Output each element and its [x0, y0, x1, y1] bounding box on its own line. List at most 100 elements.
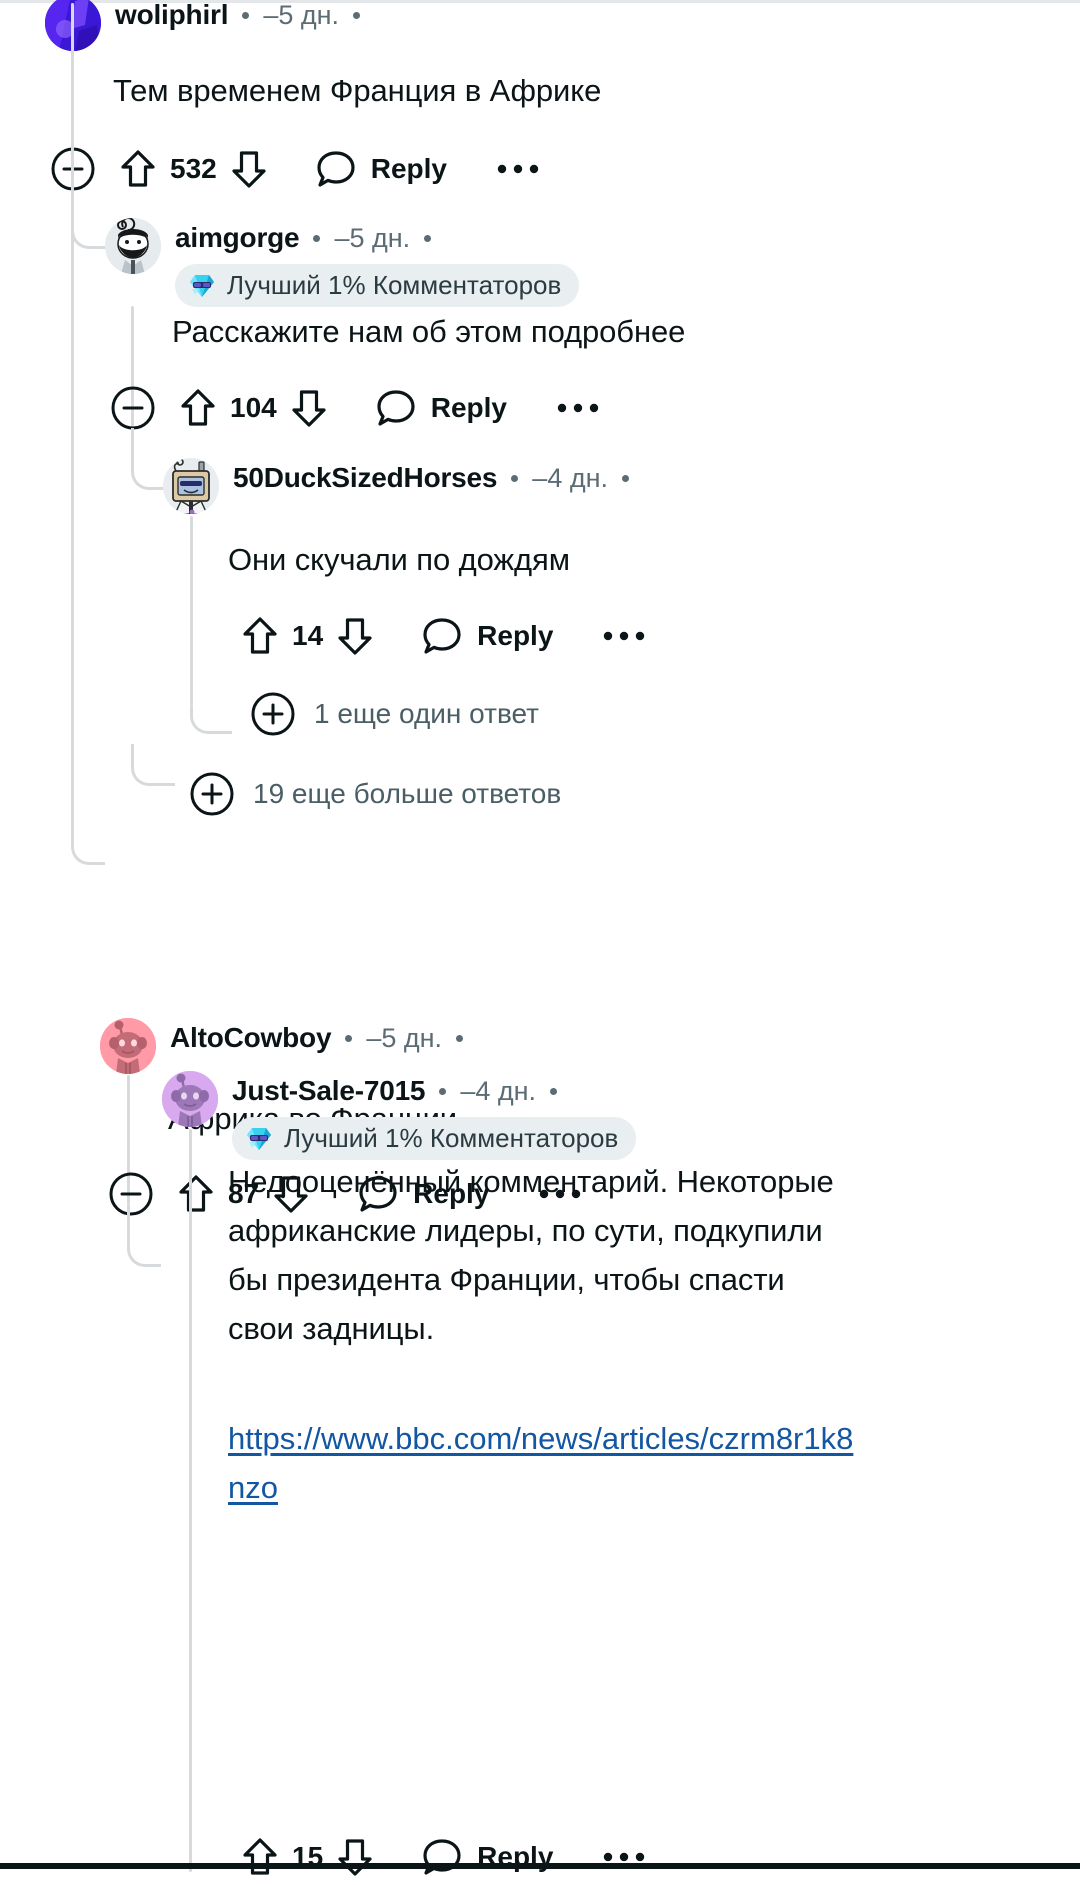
ellipsis-icon — [557, 403, 599, 413]
vote-group: 532 — [112, 143, 275, 195]
comment-body: Тем временем Франция в Африке — [113, 73, 602, 108]
vote-group: 14 — [234, 610, 381, 662]
expand-replies-1[interactable]: 1 еще один ответ — [250, 691, 539, 737]
thread-curve — [127, 1205, 161, 1267]
comment-bubble-icon — [423, 618, 461, 654]
comment-age: –5 дн. — [263, 0, 340, 30]
thread-rail[interactable] — [190, 516, 193, 706]
more-options-button[interactable] — [551, 381, 605, 435]
collapse-button[interactable] — [106, 381, 160, 435]
vote-score: 14 — [292, 620, 324, 651]
downvote-button[interactable] — [283, 382, 335, 434]
reply-button[interactable]: Reply — [421, 615, 553, 657]
comment-bubble-icon — [377, 390, 415, 426]
upvote-button[interactable] — [234, 1831, 286, 1883]
comment-body: Они скучали по дождям — [228, 542, 570, 577]
comment-username[interactable]: Just-Sale-7015 — [232, 1075, 426, 1107]
upvote-button[interactable] — [234, 610, 286, 662]
separator-dot — [242, 11, 250, 19]
reply-button[interactable]: Reply — [315, 148, 447, 190]
comment-body: Недооценённый комментарий. Некоторые афр… — [228, 1164, 843, 1346]
comment-actions: 104 Reply — [106, 380, 605, 436]
separator-dot — [439, 1087, 447, 1095]
separator-dot — [353, 11, 361, 19]
separator-dot — [622, 474, 629, 482]
vote-group: 104 — [172, 382, 335, 434]
reply-label: Reply — [370, 153, 447, 184]
expand-replies-label: 1 еще один ответ — [314, 698, 539, 729]
comment-body: Расскажите нам об этом подробнее — [172, 314, 686, 349]
avatar-pink-snoo-icon — [100, 1018, 156, 1074]
more-options-button[interactable] — [597, 609, 651, 663]
comment-age: –5 дн. — [334, 222, 411, 253]
separator-dot — [550, 1087, 558, 1095]
upvote-button[interactable] — [112, 143, 164, 195]
status-badge: Лучший 1% Комментаторов — [232, 1117, 637, 1160]
avatar-beard-snoo-icon — [105, 218, 161, 274]
comment-bubble-icon — [423, 1839, 461, 1875]
comment-header: woliphirl –5 дн. — [45, 0, 361, 51]
comment-header: Just-Sale-7015 –4 дн. Лучший 1% Коммента… — [162, 1071, 637, 1160]
avatar-tv-head-snoo-icon — [163, 458, 219, 514]
ellipsis-icon — [604, 1852, 645, 1862]
comment-age: –5 дн. — [366, 1022, 443, 1053]
plus-circle-icon — [251, 692, 295, 736]
comment-actions: 15 Reply — [234, 1829, 651, 1885]
downvote-button[interactable] — [329, 1831, 381, 1883]
separator-dot — [456, 1034, 464, 1042]
gem-sunglasses-icon — [190, 274, 214, 297]
separator-dot — [345, 1034, 353, 1042]
avatar[interactable] — [100, 1018, 156, 1074]
vote-group: 15 — [234, 1831, 381, 1883]
reply-label: Reply — [477, 620, 554, 651]
badge-label: Лучший 1% Комментаторов — [284, 1123, 619, 1153]
vote-score: 104 — [230, 392, 277, 423]
comment-age: –4 дн. — [460, 1075, 537, 1106]
upvote-button[interactable] — [172, 382, 224, 434]
separator-dot — [424, 234, 432, 242]
comment-username[interactable]: woliphirl — [115, 0, 229, 31]
status-badge: Лучший 1% Комментаторов — [175, 264, 580, 307]
thread-curve — [190, 706, 232, 734]
comment-username[interactable]: aimgorge — [175, 222, 300, 254]
gem-sunglasses-icon — [247, 1127, 271, 1150]
downvote-button[interactable] — [329, 610, 381, 662]
expand-replies-2[interactable]: 19 еще больше ответов — [189, 771, 561, 817]
comment-header: aimgorge –5 дн. Лучший 1% Комментаторов — [105, 218, 580, 307]
separator-dot — [313, 234, 321, 242]
avatar[interactable] — [162, 1071, 218, 1127]
comment-actions: 14 Reply — [234, 608, 651, 664]
thread-curve — [131, 744, 175, 786]
more-options-button[interactable] — [597, 1830, 651, 1884]
separator-dot — [511, 474, 519, 482]
comment-link[interactable]: https://www.bbc.com/news/articles/czrm8r… — [228, 1415, 858, 1513]
vote-score: 532 — [170, 153, 217, 184]
thread-curve — [71, 187, 105, 249]
upvote-button[interactable] — [170, 1168, 222, 1220]
bottom-divider — [0, 1863, 1080, 1869]
comment-actions: 532 Reply — [46, 141, 545, 197]
ellipsis-icon — [604, 631, 645, 641]
thread-curve — [71, 803, 105, 865]
comment-header: 50DuckSizedHorses –4 дн. — [163, 458, 629, 514]
reply-button[interactable]: Reply — [421, 1836, 553, 1878]
thread-rail-root[interactable] — [71, 3, 74, 848]
plus-circle-icon — [190, 772, 234, 816]
reply-button[interactable]: Reply — [375, 387, 507, 429]
more-options-button[interactable] — [491, 142, 545, 196]
comment-username[interactable]: 50DuckSizedHorses — [233, 462, 497, 494]
comment-username[interactable]: AltoCowboy — [170, 1022, 332, 1054]
badge-label: Лучший 1% Комментаторов — [227, 270, 562, 300]
avatar[interactable] — [163, 458, 219, 514]
comment-header: AltoCowboy –5 дн. — [100, 1018, 464, 1074]
ellipsis-icon — [497, 164, 539, 174]
avatar-purple-snoo-icon — [162, 1071, 218, 1127]
thread-curve — [131, 428, 165, 490]
comment-bubble-icon — [317, 151, 355, 187]
avatar[interactable] — [105, 218, 161, 274]
downvote-button[interactable] — [223, 143, 275, 195]
comment-age: –4 дн. — [532, 462, 608, 493]
reply-label: Reply — [430, 392, 507, 423]
expand-replies-label: 19 еще больше ответов — [253, 778, 562, 809]
thread-rail[interactable] — [189, 1129, 192, 1872]
